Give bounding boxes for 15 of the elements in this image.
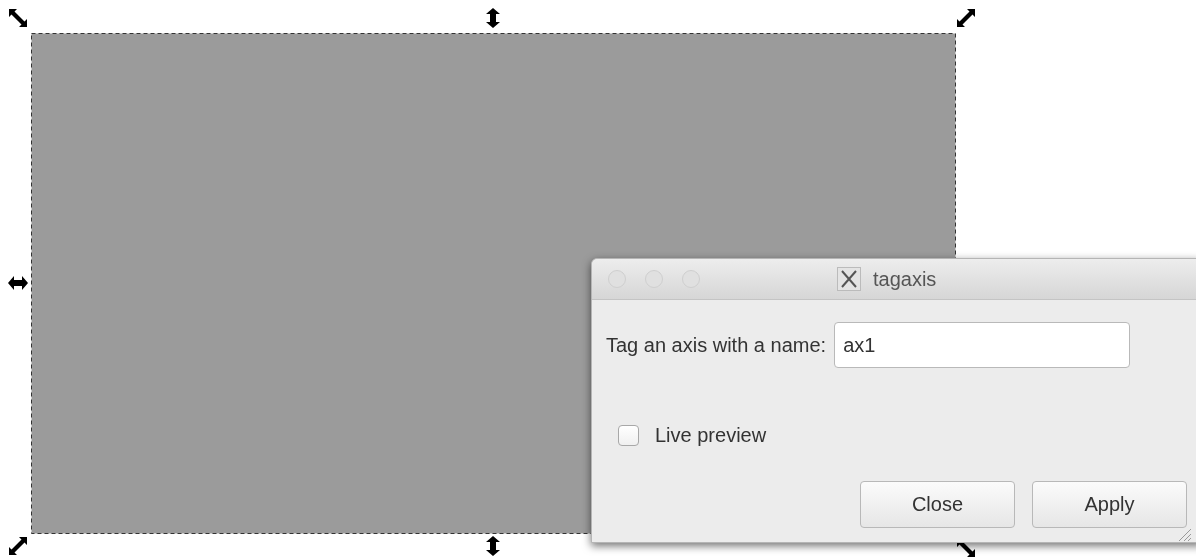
resize-handle-icon[interactable] bbox=[486, 8, 500, 28]
resize-grip-icon[interactable] bbox=[1176, 526, 1192, 542]
window-title: tagaxis bbox=[873, 267, 937, 291]
dialog-button[interactable]: Apply bbox=[1032, 481, 1187, 528]
resize-handle-icon[interactable] bbox=[8, 276, 28, 290]
diagonal-resize-handle-icon[interactable] bbox=[957, 9, 975, 27]
x-window-app-icon bbox=[837, 267, 861, 291]
resize-handle-icon[interactable] bbox=[486, 536, 500, 556]
checkbox-label: Live preview bbox=[655, 424, 767, 447]
diagonal-resize-handle-icon[interactable] bbox=[9, 537, 27, 555]
field-label: Tag an axis with a name: bbox=[606, 333, 827, 357]
name-input-field[interactable]: ax1 bbox=[834, 322, 1131, 368]
diagonal-resize-handle-icon[interactable] bbox=[9, 9, 27, 27]
checkbox[interactable] bbox=[618, 425, 639, 446]
dialog-button[interactable]: Close bbox=[860, 481, 1015, 528]
